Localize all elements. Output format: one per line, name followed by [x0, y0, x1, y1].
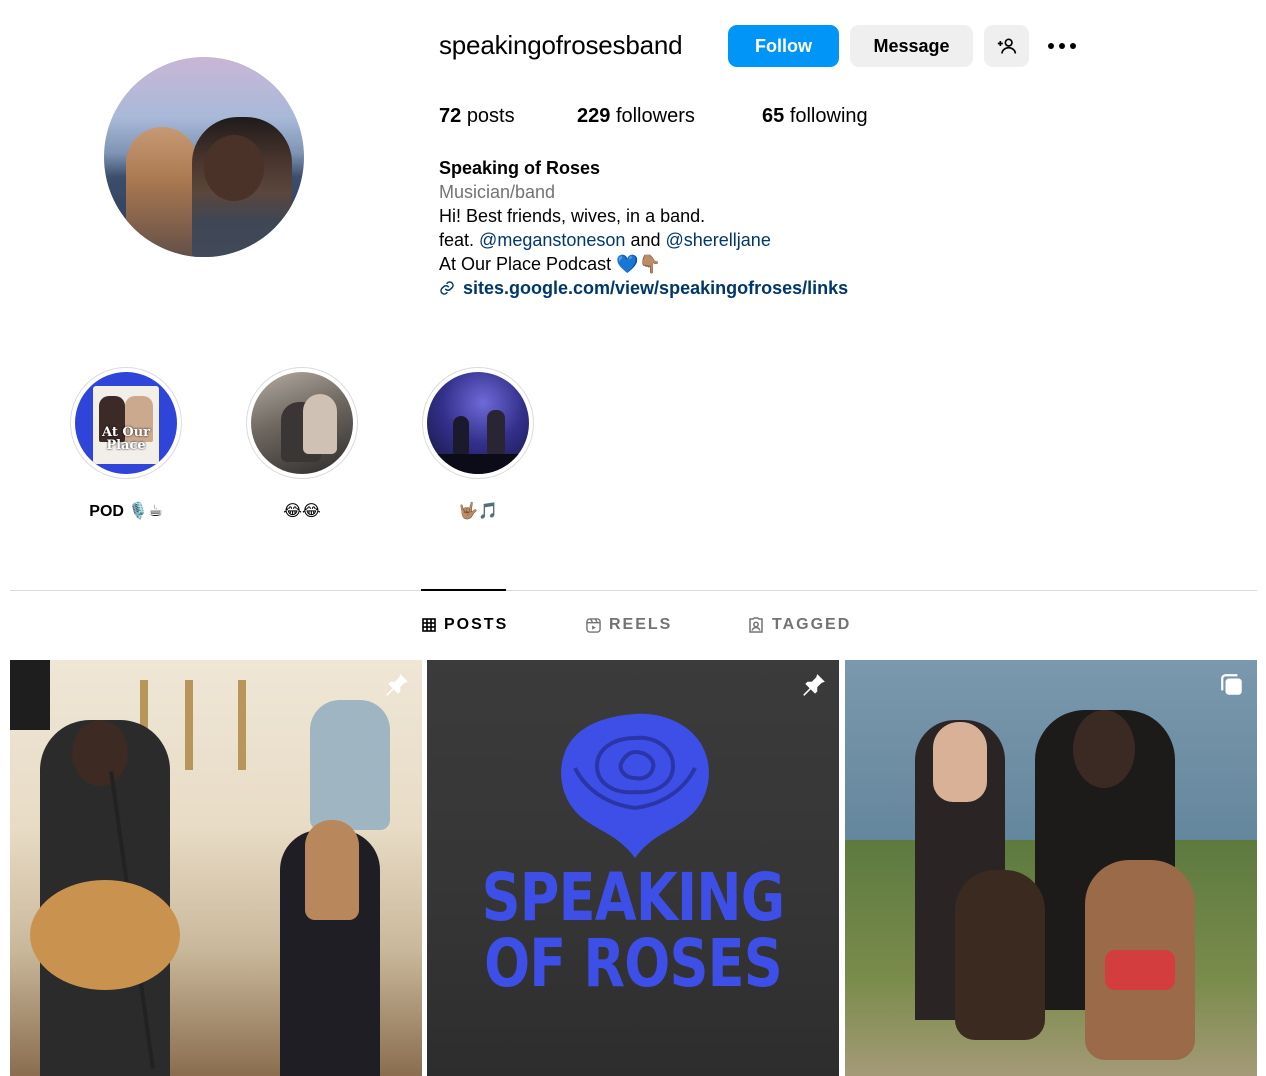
tagged-icon: [749, 617, 763, 633]
cover-stage: [427, 454, 529, 474]
more-horizontal-icon: [1048, 43, 1076, 49]
post-image-detail: [1073, 710, 1135, 788]
avatar-person-left: [126, 127, 198, 257]
rose-logo-icon: [561, 713, 709, 858]
bio-external-link[interactable]: sites.google.com/view/speakingofroses/li…: [439, 276, 848, 300]
tab-tagged-label: TAGGED: [772, 616, 852, 633]
highlight-label: 🤟🏽🎵: [458, 503, 498, 520]
active-tab-indicator: [421, 589, 506, 591]
add-user-icon: [997, 38, 1016, 54]
highlight-pod[interactable]: At Our Place POD 🎙️☕: [70, 367, 182, 521]
following-stat[interactable]: 65 following: [762, 105, 868, 128]
post-image-detail: [10, 660, 50, 730]
bio-feat-text: feat.: [439, 230, 475, 250]
profile-username: speakingofrosesband: [439, 30, 683, 60]
tab-posts-label: POSTS: [444, 616, 509, 633]
grid-icon: [422, 618, 436, 632]
bio-line-2: feat. @meganstoneson and @sherelljane: [439, 228, 848, 252]
post-image-detail: [72, 720, 128, 786]
highlight-ring: [422, 367, 534, 479]
follow-button[interactable]: Follow: [728, 25, 839, 67]
post-image-detail: [305, 820, 359, 920]
message-button[interactable]: Message: [850, 25, 973, 67]
carousel-icon: [1221, 674, 1242, 695]
link-icon: [440, 281, 454, 295]
suggested-users-button[interactable]: [984, 25, 1029, 67]
posts-stat: 72 posts: [439, 105, 515, 128]
followers-stat[interactable]: 229 followers: [577, 105, 695, 128]
highlight-ring: [246, 367, 358, 479]
mention-link-sherell[interactable]: @sherelljane: [666, 230, 771, 250]
post-tile[interactable]: [10, 660, 422, 1076]
podcast-cover-card: At Our Place: [93, 386, 159, 464]
followers-label: followers: [615, 105, 695, 127]
tab-reels[interactable]: REELS: [586, 616, 672, 634]
highlight-laugh[interactable]: 😂😂: [246, 367, 358, 521]
post-image-detail: [185, 680, 193, 770]
category-label: Musician/band: [439, 182, 556, 202]
mention-link-megan[interactable]: @meganstoneson: [479, 230, 625, 250]
following-label: following: [789, 105, 868, 127]
profile-bio: Speaking of Roses Musician/band Hi! Best…: [439, 156, 848, 300]
reels-icon: [586, 617, 601, 633]
following-count: 65: [762, 105, 785, 127]
display-name: Speaking of Roses: [439, 158, 601, 178]
bio-line-1: Hi! Best friends, wives, in a band.: [439, 206, 706, 226]
bio-link-text: sites.google.com/view/speakingofroses/li…: [463, 278, 849, 298]
highlight-ring: At Our Place: [70, 367, 182, 479]
posts-label: posts: [466, 105, 515, 127]
post-tile[interactable]: SPEAKING OF ROSES: [427, 660, 839, 1076]
highlight-music[interactable]: 🤟🏽🎵: [422, 367, 534, 521]
bio-and-text: and: [630, 230, 661, 250]
bio-line-3: At Our Place Podcast 💙👇🏽: [439, 254, 661, 274]
highlight-cover: [251, 372, 353, 474]
post-image-detail: [310, 700, 390, 830]
post-tile[interactable]: [845, 660, 1257, 1076]
avatar-face: [204, 135, 264, 201]
post-title-line-1: SPEAKING: [481, 859, 786, 936]
podcast-cover-text: At Our Place: [101, 425, 150, 453]
cover-person-2: [303, 394, 337, 454]
post-image-detail: [933, 722, 987, 802]
tab-tagged[interactable]: TAGGED: [748, 616, 851, 634]
more-options-button[interactable]: [1041, 25, 1083, 67]
highlight-cover: [427, 372, 529, 474]
post-title-text: SPEAKING OF ROSES: [464, 865, 802, 997]
cover-performer-1: [453, 416, 469, 454]
post-image-detail: [238, 680, 246, 770]
cover-performer-2: [487, 410, 505, 454]
tabs-divider: [10, 590, 1257, 591]
posts-count: 72: [439, 105, 462, 127]
pinned-icon: [803, 674, 825, 696]
profile-avatar[interactable]: [104, 57, 304, 257]
highlight-label: 😂😂: [283, 503, 321, 520]
post-image-detail: [1105, 950, 1175, 990]
tab-posts[interactable]: POSTS: [422, 616, 508, 634]
post-title-line-2: OF ROSES: [484, 925, 783, 1002]
highlight-cover: At Our Place: [75, 372, 177, 474]
highlight-label: POD 🎙️☕: [89, 503, 163, 520]
pinned-icon: [386, 674, 408, 696]
post-image-detail: [955, 870, 1045, 1040]
tab-reels-label: REELS: [609, 616, 673, 633]
followers-count: 229: [577, 105, 611, 127]
post-image-detail: [30, 880, 180, 990]
